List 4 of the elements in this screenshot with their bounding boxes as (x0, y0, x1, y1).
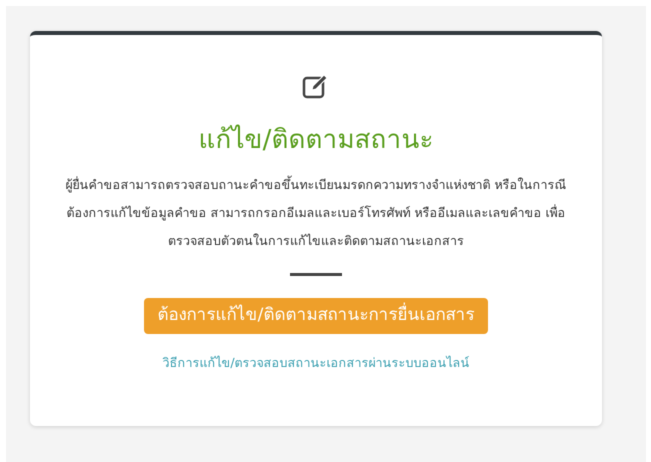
online-guide-link[interactable]: วิธีการแก้ไข/ตรวจสอบสถานะเอกสารผ่านระบบออนไลน์ (162, 354, 470, 373)
description-text: ผู้ยื่นคำขอสามารถตรวจสอบถานะคำขอขึ้นทะเบียนมรดกความทรางจำแห่งชาติ หรือในการณีต้องการแก้ไขข้อมูลคำขอ สามารถกรอกอีเมลและเบอร์โทรศัพท์ หรืออีเมลและเลขคำขอ เพื่อตรวจสอบตัวตนในการแก้ไขและติดตามสถานะเอกสาร (64, 174, 568, 250)
card-title: แก้ไข/ติดตามสถานะ (198, 124, 434, 157)
edit-status-button[interactable]: ต้องการแก้ไข/ติดตามสถานะการยื่นเอกสาร (144, 298, 488, 334)
